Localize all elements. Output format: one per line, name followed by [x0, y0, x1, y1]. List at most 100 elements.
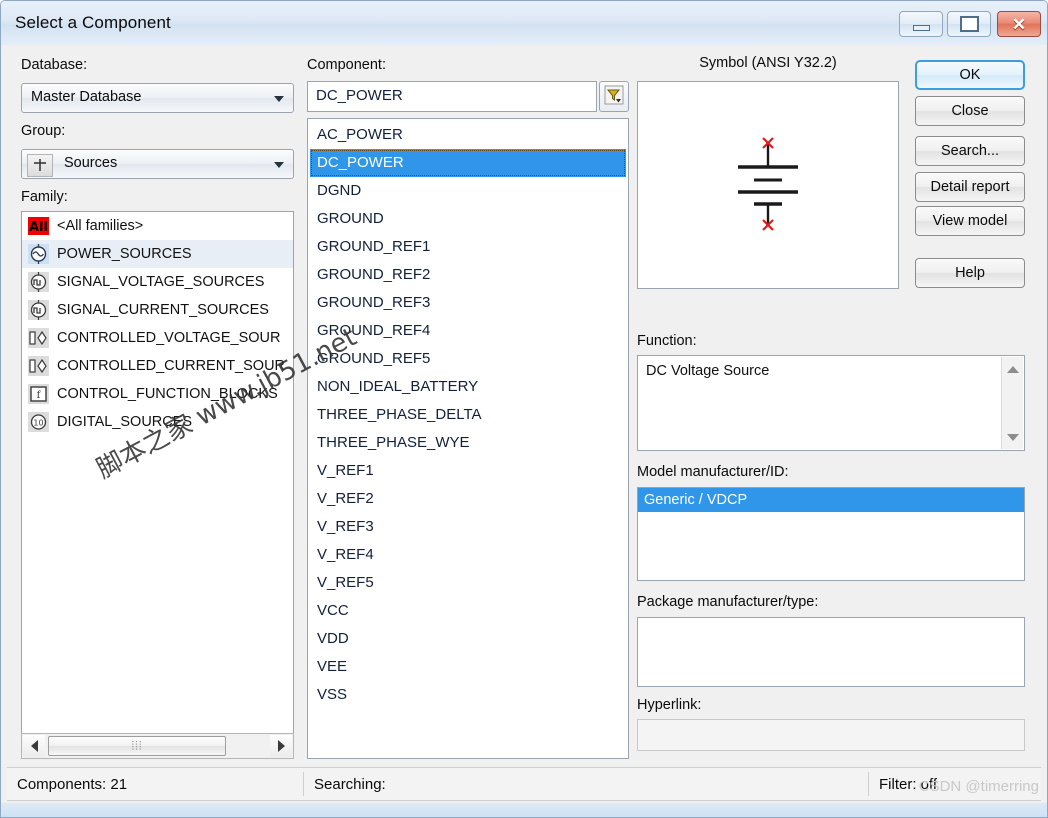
filter-funnel-icon	[604, 85, 624, 108]
component-item[interactable]: V_REF2	[308, 485, 628, 513]
family-item-digital-sources[interactable]: 10 DIGITAL_SOURCES	[22, 408, 293, 436]
status-components-count: Components: 21	[17, 775, 128, 793]
sources-icon	[27, 154, 53, 177]
family-item-label: CONTROLLED_VOLTAGE_SOUR	[57, 330, 281, 346]
window-title: Select a Component	[15, 13, 171, 32]
function-scrollbar[interactable]	[1001, 357, 1023, 449]
database-combo-value: Master Database	[31, 89, 142, 105]
function-label: Function:	[637, 333, 697, 349]
chevron-down-icon	[274, 96, 284, 102]
controlled-current-sources-icon	[28, 356, 49, 377]
group-combo-value: Sources	[64, 155, 118, 171]
component-item[interactable]: AC_POWER	[308, 121, 628, 149]
digital-sources-icon: 10	[28, 412, 49, 433]
model-item-selected[interactable]: Generic / VDCP	[638, 488, 1024, 512]
component-item[interactable]: GROUND_REF2	[308, 261, 628, 289]
maximize-button[interactable]	[947, 11, 991, 37]
component-item[interactable]: V_REF1	[308, 457, 628, 485]
family-item-label: SIGNAL_CURRENT_SOURCES	[57, 302, 269, 318]
family-item-signal-current-sources[interactable]: SIGNAL_CURRENT_SOURCES	[22, 296, 293, 324]
database-label: Database:	[21, 57, 88, 73]
family-item-label: CONTROLLED_CURRENT_SOUR	[57, 358, 286, 374]
minimize-icon	[900, 12, 942, 36]
view-model-button[interactable]: View model	[915, 206, 1025, 236]
group-combo[interactable]: Sources	[21, 149, 294, 179]
search-button[interactable]: Search...	[915, 136, 1025, 166]
family-item-label: SIGNAL_VOLTAGE_SOURCES	[57, 274, 265, 290]
signal-current-sources-icon	[28, 300, 49, 321]
svg-text:All: All	[29, 220, 48, 235]
component-item[interactable]: DGND	[308, 177, 628, 205]
package-manufacturer-label: Package manufacturer/type:	[637, 594, 819, 610]
component-filter-button[interactable]	[599, 81, 629, 112]
package-value	[638, 618, 1024, 642]
status-searching: Searching:	[314, 775, 386, 793]
family-item-label: CONTROL_FUNCTION_BLOCKS	[57, 386, 278, 402]
scroll-down-icon[interactable]	[1002, 427, 1023, 447]
scroll-up-icon[interactable]	[1002, 359, 1023, 379]
component-item[interactable]: V_REF3	[308, 513, 628, 541]
scrollbar-thumb[interactable]: ⦙⦙⦙	[48, 736, 226, 756]
symbol-title: Symbol (ANSI Y32.2)	[699, 55, 837, 71]
dc-voltage-source-battery-symbol	[638, 82, 898, 288]
family-label: Family:	[21, 189, 68, 205]
family-item-power-sources[interactable]: POWER_SOURCES	[22, 240, 293, 268]
package-manufacturer-list[interactable]	[637, 617, 1025, 687]
footer-strip	[1, 803, 1047, 817]
control-function-blocks-icon: f	[28, 384, 49, 405]
component-item[interactable]: THREE_PHASE_DELTA	[308, 401, 628, 429]
all-families-icon: All	[28, 216, 49, 237]
dialog-body: Database: Master Database Group: Sources…	[1, 45, 1047, 817]
signal-voltage-sources-icon	[28, 272, 49, 293]
title-bar: Select a Component ✕	[1, 1, 1047, 46]
hyperlink-label: Hyperlink:	[637, 697, 702, 713]
family-item-signal-voltage-sources[interactable]: SIGNAL_VOLTAGE_SOURCES	[22, 268, 293, 296]
symbol-preview	[637, 81, 899, 289]
component-item[interactable]: GROUND_REF4	[308, 317, 628, 345]
component-item[interactable]: GROUND_REF3	[308, 289, 628, 317]
component-item[interactable]: VCC	[308, 597, 628, 625]
component-item[interactable]: V_REF4	[308, 541, 628, 569]
status-filter: Filter: off	[879, 775, 938, 793]
component-item[interactable]: VEE	[308, 653, 628, 681]
chevron-right-icon[interactable]	[270, 735, 292, 757]
select-component-dialog: Select a Component ✕ Database: Master Da…	[0, 0, 1048, 818]
component-item[interactable]: GROUND_REF1	[308, 233, 628, 261]
hyperlink-input[interactable]	[637, 719, 1025, 751]
component-item[interactable]: NON_IDEAL_BATTERY	[308, 373, 628, 401]
detail-report-button[interactable]: Detail report	[915, 172, 1025, 202]
ok-button[interactable]: OK	[915, 60, 1025, 90]
component-item[interactable]: VSS	[308, 681, 628, 709]
family-item-control-function-blocks[interactable]: f CONTROL_FUNCTION_BLOCKS	[22, 380, 293, 408]
component-item[interactable]: VDD	[308, 625, 628, 653]
database-combo[interactable]: Master Database	[21, 83, 294, 113]
family-item-all[interactable]: All <All families>	[22, 212, 293, 240]
component-item[interactable]: V_REF5	[308, 569, 628, 597]
family-item-controlled-voltage-sources[interactable]: CONTROLLED_VOLTAGE_SOUR	[22, 324, 293, 352]
component-item[interactable]: GROUND	[308, 205, 628, 233]
status-bar: Components: 21 Searching: Filter: off	[7, 767, 1041, 801]
component-item[interactable]: THREE_PHASE_WYE	[308, 429, 628, 457]
component-item[interactable]: GROUND_REF5	[308, 345, 628, 373]
family-item-label: POWER_SOURCES	[57, 246, 192, 262]
close-button[interactable]: ✕	[997, 11, 1041, 37]
close-icon: ✕	[1011, 14, 1027, 34]
chevron-left-icon[interactable]	[23, 735, 45, 757]
function-textarea[interactable]: DC Voltage Source	[637, 355, 1025, 451]
family-item-label: <All families>	[57, 218, 144, 234]
close-button-action[interactable]: Close	[915, 96, 1025, 126]
svg-text:10: 10	[33, 419, 43, 428]
model-manufacturer-list[interactable]: Generic / VDCP	[637, 487, 1025, 581]
component-item-selected[interactable]: DC_POWER	[310, 149, 626, 177]
help-button[interactable]: Help	[915, 258, 1025, 288]
family-item-label: DIGITAL_SOURCES	[57, 414, 193, 430]
component-search-input[interactable]: DC_POWER	[307, 81, 597, 112]
component-list[interactable]: AC_POWER DC_POWER DGND GROUND GROUND_REF…	[307, 118, 629, 759]
minimize-button[interactable]	[899, 11, 943, 37]
model-manufacturer-label: Model manufacturer/ID:	[637, 464, 789, 480]
family-horizontal-scrollbar[interactable]: ⦙⦙⦙	[21, 733, 294, 759]
family-list[interactable]: All <All families> POWER_SOURCES SIGNAL_…	[21, 211, 294, 759]
component-search-value: DC_POWER	[316, 87, 403, 104]
family-item-controlled-current-sources[interactable]: CONTROLLED_CURRENT_SOUR	[22, 352, 293, 380]
maximize-icon	[948, 12, 990, 36]
